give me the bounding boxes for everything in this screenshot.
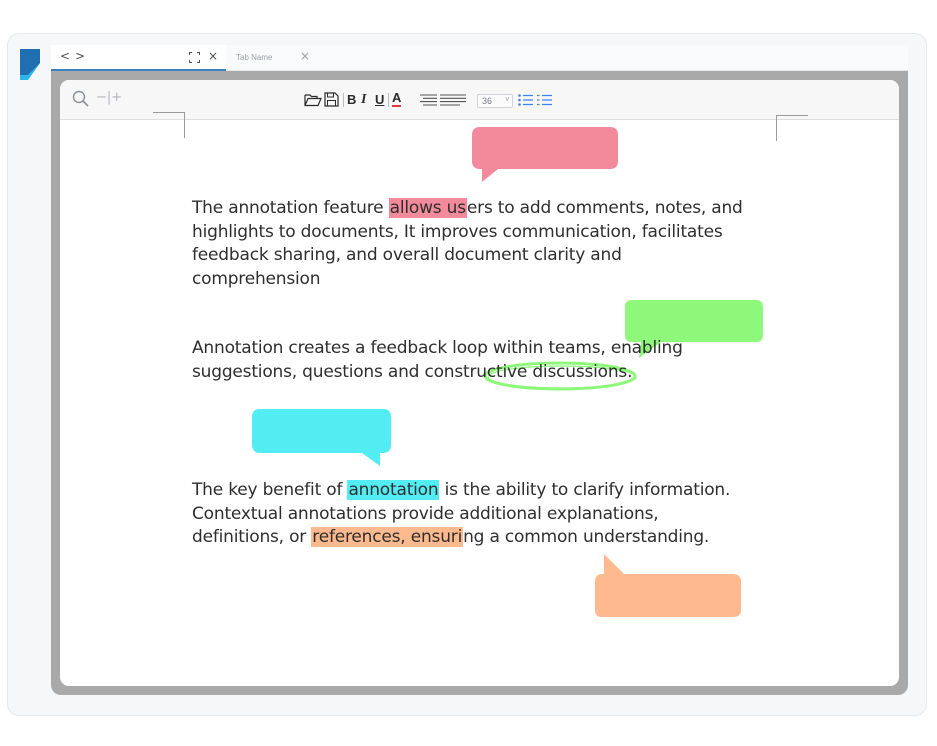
forward-button[interactable]: > — [75, 49, 85, 63]
numbered-list-icon[interactable] — [537, 94, 552, 106]
document-frame: −|+ B I U A 36 v The annotation feature … — [51, 71, 908, 695]
page-corner-mark — [776, 115, 808, 141]
highlight-orange[interactable]: references, ensuri — [311, 527, 464, 547]
search-icon[interactable] — [72, 90, 90, 108]
tab-inactive[interactable]: Tab Name × — [226, 45, 326, 71]
annotation-callout-orange[interactable] — [594, 554, 743, 618]
highlight-red[interactable]: allows us — [388, 198, 467, 218]
editor-toolbar: −|+ B I U A 36 v — [60, 80, 899, 120]
bullet-list-icon[interactable] — [518, 94, 533, 106]
document-page: −|+ B I U A 36 v The annotation feature … — [60, 80, 899, 686]
chevron-down-icon: v — [505, 96, 510, 103]
underline-button[interactable]: U — [375, 92, 384, 107]
italic-button[interactable]: I — [361, 92, 366, 108]
back-button[interactable]: < — [60, 49, 70, 63]
zoom-control[interactable]: −|+ — [96, 90, 122, 105]
folder-open-icon[interactable] — [304, 93, 322, 107]
app-logo — [20, 49, 40, 80]
document-paragraph: The annotation feature allows users to a… — [192, 197, 752, 291]
tab-close-button[interactable]: × — [208, 49, 218, 63]
tab-title: Tab Name — [236, 53, 273, 62]
tab-active[interactable]: < > × — [51, 45, 226, 71]
page-corner-mark — [153, 112, 185, 138]
paragraph-text: The key benefit of — [192, 480, 348, 500]
annotation-callout-red[interactable] — [472, 127, 618, 185]
save-icon[interactable] — [324, 92, 339, 107]
document-paragraph: Annotation creates a feedback loop withi… — [192, 337, 752, 384]
bold-button[interactable]: B — [347, 92, 356, 107]
font-size-value: 36 — [482, 96, 493, 106]
align-icon[interactable] — [420, 94, 437, 106]
tab-bar: < > × Tab Name × — [51, 45, 908, 71]
annotation-callout-cyan[interactable] — [252, 409, 391, 467]
justify-icon[interactable] — [440, 94, 466, 106]
document-paragraph: The key benefit of annotation is the abi… — [192, 479, 752, 550]
font-size-select[interactable]: 36 v — [477, 94, 513, 108]
tab-close-button[interactable]: × — [300, 49, 310, 63]
font-color-button[interactable]: A — [392, 91, 402, 107]
highlight-cyan[interactable]: annotation — [347, 480, 440, 500]
editor-window: < > × Tab Name × −|+ B I U A 36 v The an… — [51, 45, 908, 695]
paragraph-text: ng a common understanding. — [463, 527, 710, 547]
toolbar-divider — [388, 93, 389, 107]
paragraph-text: discussions. — [527, 361, 633, 382]
expand-icon[interactable] — [189, 52, 200, 63]
paragraph-text: The annotation feature — [192, 198, 389, 218]
toolbar-divider — [343, 93, 344, 107]
circled-text[interactable]: and constructive — [388, 362, 527, 382]
